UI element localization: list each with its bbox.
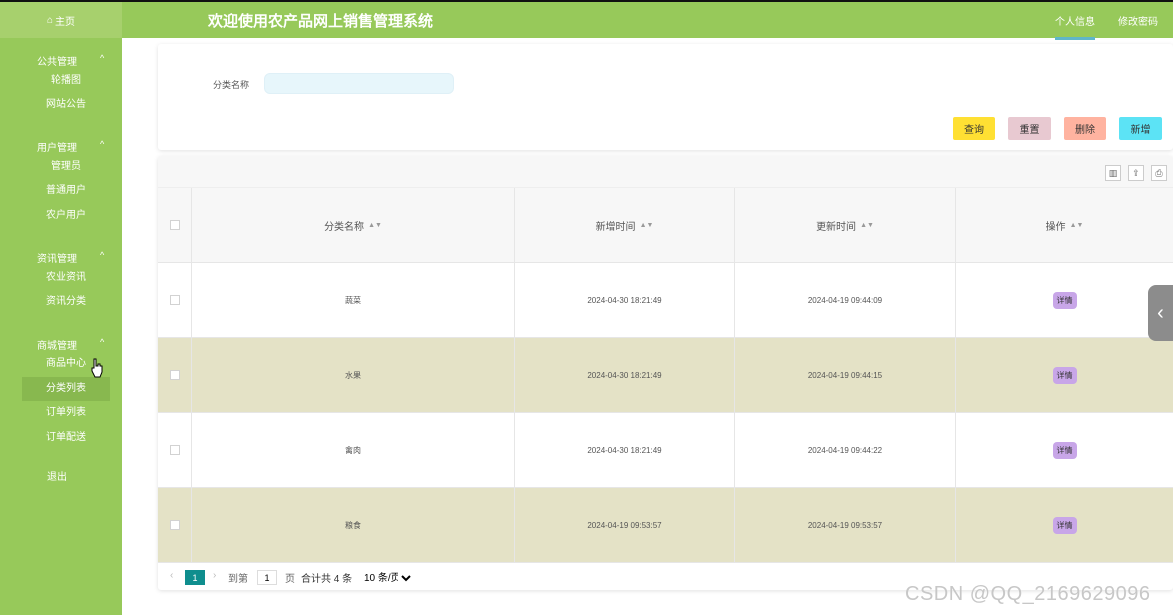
chevron-up-icon[interactable]: ^ (100, 337, 104, 347)
home-link[interactable]: ⌂ 主页 (0, 2, 122, 38)
updated-time: 2024-04-19 09:44:09 (807, 295, 883, 305)
updated-time: 2024-04-19 09:44:15 (807, 370, 883, 380)
goto-page-input[interactable] (257, 570, 277, 585)
sidebar-item-carousel[interactable]: 轮播图 (22, 69, 110, 93)
select-all-checkbox[interactable] (169, 220, 180, 230)
column-header-updated[interactable]: 更新时间 ▲▼ (735, 188, 956, 262)
sidebar: 公共管理 ^ 轮播图 网站公告 用户管理 ^ 管理员 普通用户 农户用户 资讯管… (0, 38, 122, 615)
row-checkbox[interactable] (169, 370, 180, 380)
table-row: 水果 2024-04-30 18:21:49 2024-04-19 09:44:… (158, 338, 1173, 413)
updated-time: 2024-04-19 09:53:57 (807, 520, 883, 530)
query-button[interactable]: 查询 (953, 117, 995, 140)
chevron-up-icon[interactable]: ^ (100, 139, 104, 149)
detail-button[interactable]: 详情 (1052, 516, 1077, 534)
sidebar-item-category-list[interactable]: 分类列表 (22, 377, 110, 401)
category-name: 蔬菜 (345, 295, 361, 305)
category-name: 水果 (345, 370, 361, 380)
detail-button[interactable]: 详情 (1052, 291, 1077, 309)
column-header-action[interactable]: 操作 ▲▼ (956, 188, 1173, 262)
created-time: 2024-04-30 18:21:49 (587, 295, 662, 305)
sidebar-item-notice[interactable]: 网站公告 (22, 93, 110, 117)
add-button[interactable]: 新增 (1119, 117, 1162, 140)
chevron-up-icon[interactable]: ^ (100, 250, 104, 260)
print-icon[interactable]: ⎙ (1151, 165, 1167, 181)
prev-page-icon[interactable]: ‹ (170, 570, 173, 581)
category-name: 粮食 (345, 520, 361, 530)
created-time: 2024-04-30 18:21:49 (587, 445, 662, 455)
updated-time: 2024-04-19 09:44:22 (807, 445, 883, 455)
sidebar-item-orders[interactable]: 订单列表 (22, 401, 110, 425)
sidebar-item-news-category[interactable]: 资讯分类 (22, 290, 110, 314)
sort-icon[interactable]: ▲▼ (368, 222, 382, 229)
row-checkbox[interactable] (169, 445, 180, 455)
sidebar-item-delivery[interactable]: 订单配送 (22, 426, 110, 450)
sidebar-group-public[interactable]: 公共管理 (37, 53, 77, 68)
table-panel: ▥ ⇪ ⎙ 分类名称 ▲▼ 新增时间 ▲▼ 更新时间 ▲▼ 操作 ▲▼ 蔬菜 2024-… (158, 156, 1173, 590)
sidebar-group-mall[interactable]: 商城管理 (37, 337, 77, 352)
next-page-icon[interactable]: › (213, 570, 216, 581)
created-time: 2024-04-30 18:21:49 (587, 370, 662, 380)
category-name-input[interactable] (264, 73, 454, 94)
row-checkbox[interactable] (169, 295, 180, 305)
sort-icon[interactable]: ▲▼ (1070, 222, 1084, 229)
filter-columns-icon[interactable]: ▥ (1105, 165, 1121, 181)
app-title: 欢迎使用农产品网上销售管理系统 (208, 13, 434, 30)
table-row: 粮食 2024-04-19 09:53:57 2024-04-19 09:53:… (158, 488, 1173, 563)
watermark: CSDN @QQ_2169629096 (905, 583, 1151, 605)
sidebar-item-admin[interactable]: 管理员 (22, 155, 110, 179)
table-row: 蔬菜 2024-04-30 18:21:49 2024-04-19 09:44:… (158, 263, 1173, 338)
collapse-handle[interactable]: ‹ (1148, 285, 1173, 341)
category-name: 禽肉 (345, 445, 361, 455)
sidebar-group-news[interactable]: 资讯管理 (37, 250, 77, 265)
search-panel: 分类名称 查询 重置 删除 新增 (158, 44, 1173, 150)
goto-prefix: 到第 (228, 574, 248, 585)
profile-link[interactable]: 个人信息 (1055, 13, 1095, 40)
table-header: 分类名称 ▲▼ 新增时间 ▲▼ 更新时间 ▲▼ 操作 ▲▼ (158, 188, 1173, 263)
row-checkbox[interactable] (169, 520, 180, 530)
table-row: 禽肉 2024-04-30 18:21:49 2024-04-19 09:44:… (158, 413, 1173, 488)
export-icon[interactable]: ⇪ (1128, 165, 1144, 181)
change-password-link[interactable]: 修改密码 (1118, 13, 1158, 28)
chevron-up-icon[interactable]: ^ (100, 53, 104, 63)
chevron-left-icon: ‹ (1157, 301, 1164, 324)
column-header-name[interactable]: 分类名称 ▲▼ (192, 188, 515, 262)
created-time: 2024-04-19 09:53:57 (587, 520, 662, 530)
sort-icon[interactable]: ▲▼ (860, 222, 874, 229)
sidebar-item-logout[interactable]: 退出 (22, 466, 92, 490)
page-size-select[interactable]: 10 条/页 (360, 570, 414, 586)
column-header-created[interactable]: 新增时间 ▲▼ (515, 188, 735, 262)
home-icon: ⌂ (46, 14, 54, 26)
table-toolbar: ▥ ⇪ ⎙ (158, 156, 1173, 188)
search-label: 分类名称 (213, 80, 250, 90)
sidebar-group-users[interactable]: 用户管理 (37, 139, 77, 154)
sidebar-item-farmer-user[interactable]: 农户用户 (22, 204, 110, 228)
home-label: 主页 (55, 16, 76, 28)
detail-button[interactable]: 详情 (1052, 441, 1077, 459)
page-number-current[interactable]: 1 (185, 570, 205, 585)
total-count: 合计共 4 条 (301, 574, 353, 585)
sort-icon[interactable]: ▲▼ (640, 222, 654, 229)
goto-suffix: 页 (285, 574, 295, 585)
sidebar-item-normal-user[interactable]: 普通用户 (22, 179, 110, 203)
top-bar: ⌂ 主页 欢迎使用农产品网上销售管理系统 个人信息 修改密码 (0, 0, 1173, 40)
hand-cursor-icon (91, 358, 103, 378)
delete-button[interactable]: 删除 (1064, 117, 1106, 140)
reset-button[interactable]: 重置 (1008, 117, 1051, 140)
detail-button[interactable]: 详情 (1052, 366, 1077, 384)
sidebar-item-agri-news[interactable]: 农业资讯 (22, 266, 110, 290)
